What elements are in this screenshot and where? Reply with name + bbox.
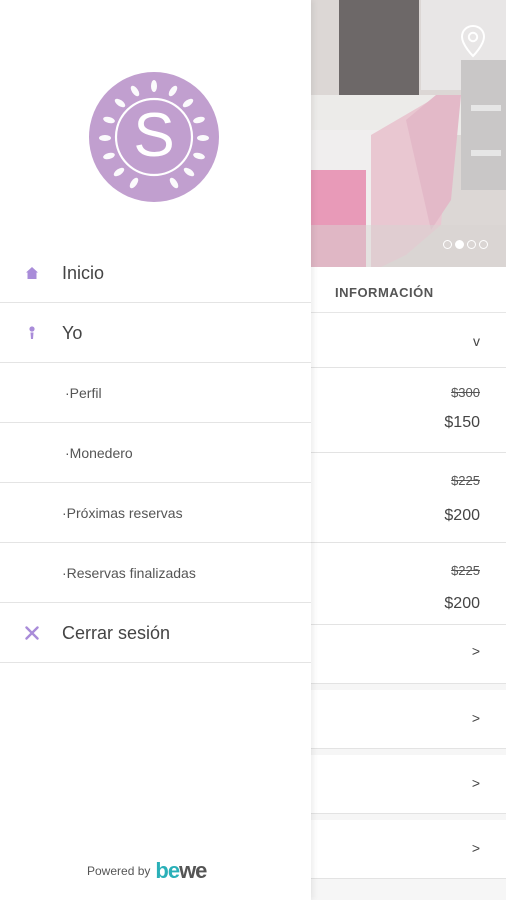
menu-item-inicio[interactable]: Inicio xyxy=(0,243,311,303)
list-item[interactable]: > xyxy=(311,755,506,814)
menu-item-reservas-finalizadas[interactable]: ·Reservas finalizadas xyxy=(0,543,311,603)
powered-by-footer: Powered by bewe xyxy=(87,858,207,884)
chevron-down-icon: v xyxy=(473,333,480,349)
menu-item-monedero[interactable]: ·Monedero xyxy=(0,423,311,483)
chevron-right-icon: > xyxy=(471,710,480,726)
menu-item-label: ·Perfil xyxy=(65,385,102,401)
carousel-dot[interactable] xyxy=(467,240,476,249)
original-price: $300 xyxy=(451,385,480,400)
menu-item-cerrar-sesion[interactable]: Cerrar sesión xyxy=(0,603,311,663)
bewe-logo-we: we xyxy=(179,858,207,883)
list-item[interactable]: > xyxy=(311,625,506,684)
bewe-logo: bewe xyxy=(155,858,207,884)
service-price-row[interactable]: $225 $200 xyxy=(311,543,506,625)
list-item[interactable]: v xyxy=(311,313,506,368)
person-icon xyxy=(29,326,35,339)
chevron-right-icon: > xyxy=(471,775,480,791)
information-tab-label: INFORMACIÓN xyxy=(335,285,434,300)
bewe-logo-be: be xyxy=(155,858,180,883)
salon-logo: S xyxy=(89,72,219,202)
close-icon xyxy=(25,626,39,640)
menu-item-label: ·Reservas finalizadas xyxy=(62,565,196,581)
list-item[interactable]: > xyxy=(311,690,506,749)
menu-item-label: Inicio xyxy=(62,263,105,283)
carousel-dot[interactable] xyxy=(443,240,452,249)
original-price: $225 xyxy=(451,473,480,488)
carousel-dot-active[interactable] xyxy=(455,240,464,249)
discounted-price: $200 xyxy=(444,507,480,524)
menu-item-perfil[interactable]: ·Perfil xyxy=(0,363,311,423)
chevron-right-icon: > xyxy=(471,840,480,856)
menu-item-proximas-reservas[interactable]: ·Próximas reservas xyxy=(0,483,311,543)
drawer-menu: Inicio Yo ·Perfil ·Monedero ·Próximas re… xyxy=(0,243,311,663)
salon-photo-carousel[interactable] xyxy=(311,0,506,267)
carousel-dot[interactable] xyxy=(479,240,488,249)
logo-letter: S xyxy=(133,101,175,170)
menu-item-label: Yo xyxy=(62,323,83,343)
carousel-indicator[interactable] xyxy=(443,240,488,249)
navigation-drawer: S Inicio Yo ·Perfil ·Monedero ·Próximas … xyxy=(0,0,311,900)
service-price-row[interactable]: $300 $150 xyxy=(311,368,506,453)
location-pin-icon[interactable] xyxy=(459,24,487,58)
powered-by-text: Powered by xyxy=(87,864,151,878)
home-icon xyxy=(26,267,38,279)
service-price-row[interactable]: $225 $200 xyxy=(311,453,506,543)
original-price: $225 xyxy=(451,563,480,578)
menu-item-label: ·Próximas reservas xyxy=(62,505,183,521)
menu-item-yo[interactable]: Yo xyxy=(0,303,311,363)
menu-item-label: ·Monedero xyxy=(65,445,133,461)
chevron-right-icon: > xyxy=(471,643,480,659)
information-tab[interactable]: INFORMACIÓN xyxy=(311,267,506,313)
list-item[interactable]: > xyxy=(311,820,506,879)
menu-item-label: Cerrar sesión xyxy=(62,623,171,643)
background-page: INFORMACIÓN v $300 $150 $225 $200 $225 $… xyxy=(311,0,506,900)
discounted-price: $150 xyxy=(444,414,480,431)
service-list: v $300 $150 $225 $200 $225 $200 > > > > xyxy=(311,313,506,879)
discounted-price: $200 xyxy=(444,595,480,612)
